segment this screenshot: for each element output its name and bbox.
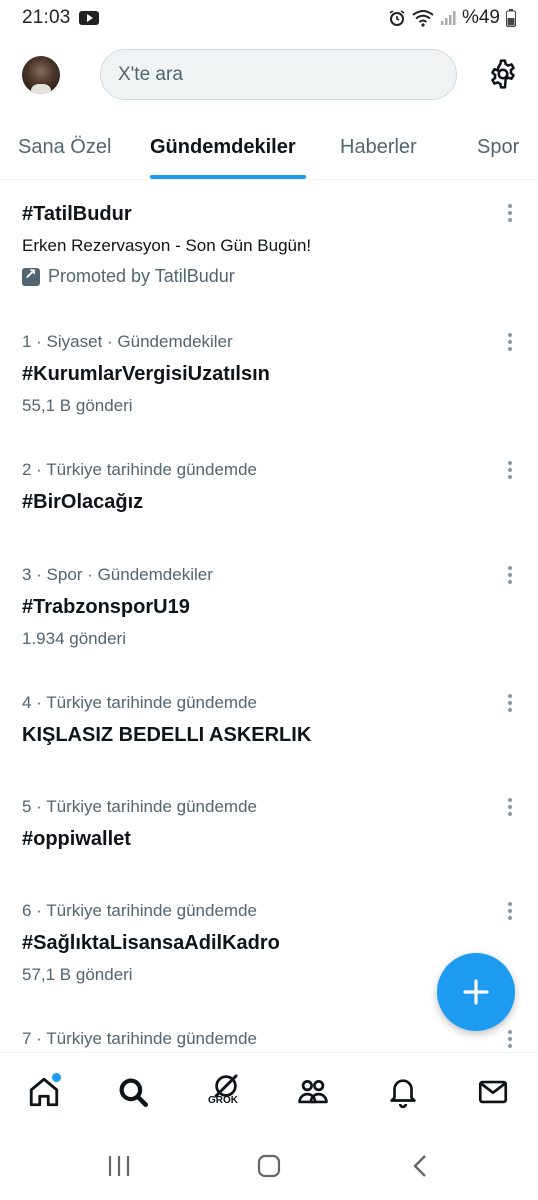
status-bar: 21:03 %49 [0,0,538,36]
tab-gundemdekiler[interactable]: Gündemdekiler [150,136,296,159]
trend-title: #BirOlacağız [22,491,144,513]
active-tab-indicator [150,175,306,179]
search-input[interactable]: X'te ara [100,49,457,100]
trend-item[interactable]: 5 · Türkiye tarihinde gündemde #oppiwall… [0,777,538,877]
more-options-icon[interactable] [500,692,520,714]
more-options-icon[interactable] [500,564,520,586]
trend-meta: 2 · Türkiye tarihinde gündemde [22,460,257,479]
youtube-icon [78,11,99,25]
trend-title: #TatilBudur [22,203,132,225]
trend-title: #KurumlarVergisiUzatılsın [22,363,270,385]
trend-item[interactable]: 4 · Türkiye tarihinde gündemde KIŞLASIZ … [0,673,538,773]
search-icon[interactable] [116,1075,150,1109]
more-options-icon[interactable] [500,202,520,224]
trend-post-count: 57,1 B gönderi [22,965,133,984]
more-options-icon[interactable] [500,1028,520,1050]
trend-meta: 5 · Türkiye tarihinde gündemde [22,797,257,816]
tab-sana-ozel[interactable]: Sana Özel [18,136,111,159]
grok-label: GROK [208,1095,238,1106]
recent-apps-icon[interactable] [106,1154,132,1178]
bottom-navigation: GROK [0,1052,538,1136]
trend-item[interactable]: 1 · Siyaset · Gündemdekiler #KurumlarVer… [0,310,538,438]
settings-gear-icon[interactable] [487,58,519,90]
promoted-trend[interactable]: #TatilBudur Erken Rezervasyon - Son Gün … [0,180,538,308]
battery-level: %49 [461,7,500,28]
trend-title: #TrabzonsporU19 [22,596,190,618]
grok-nav-item[interactable]: GROK [206,1061,246,1107]
promoted-icon [22,265,40,286]
status-icons: %49 [388,7,516,29]
tab-spor[interactable]: Spor [477,136,519,159]
more-options-icon[interactable] [500,331,520,353]
tab-haberler[interactable]: Haberler [340,136,417,159]
promoted-by-text: Promoted by TatilBudur [48,266,235,286]
trend-meta: 1 · Siyaset · Gündemdekiler [22,332,233,351]
trend-title: #oppiwallet [22,828,131,850]
compose-post-button[interactable] [437,953,515,1031]
home-notification-dot [52,1073,61,1082]
notifications-bell-icon[interactable] [386,1075,420,1109]
more-options-icon[interactable] [500,459,520,481]
wifi-icon [412,10,434,27]
trend-item[interactable]: 3 · Spor · Gündemdekiler #TrabzonsporU19… [0,545,538,673]
trend-meta: 4 · Türkiye tarihinde gündemde [22,693,257,712]
trend-post-count: 55,1 B gönderi [22,396,133,415]
messages-envelope-icon[interactable] [476,1075,510,1109]
trend-meta: 6 · Türkiye tarihinde gündemde [22,901,257,920]
home-button-icon[interactable] [257,1154,281,1178]
explore-tabs: Sana Özel Gündemdekiler Haberler Spor [0,120,538,180]
search-placeholder: X'te ara [118,63,183,85]
trend-title: KIŞLASIZ BEDELLI ASKERLIK [22,724,312,746]
back-icon[interactable] [410,1154,430,1178]
battery-icon [506,9,516,27]
alarm-icon [389,10,405,26]
trend-post-count: 1.934 gönderi [22,629,126,648]
communities-icon[interactable] [296,1075,330,1109]
trend-meta: 3 · Spor · Gündemdekiler [22,565,213,584]
signal-icon [440,11,456,25]
more-options-icon[interactable] [500,900,520,922]
top-header: X'te ara [0,44,538,106]
trend-meta: 7 · Türkiye tarihinde gündemde [22,1029,257,1048]
trend-item[interactable]: 2 · Türkiye tarihinde gündemde #BirOlaca… [0,440,538,540]
profile-avatar[interactable] [22,56,60,94]
more-options-icon[interactable] [500,796,520,818]
system-navigation-bar [0,1136,538,1200]
trend-title: #SağlıktaLisansaAdilKadro [22,932,280,954]
trend-description: Erken Rezervasyon - Son Gün Bugün! [22,236,312,255]
promoted-label: Promoted by TatilBudur [22,265,235,287]
plus-icon [463,979,489,1005]
status-time: 21:03 [22,7,71,28]
